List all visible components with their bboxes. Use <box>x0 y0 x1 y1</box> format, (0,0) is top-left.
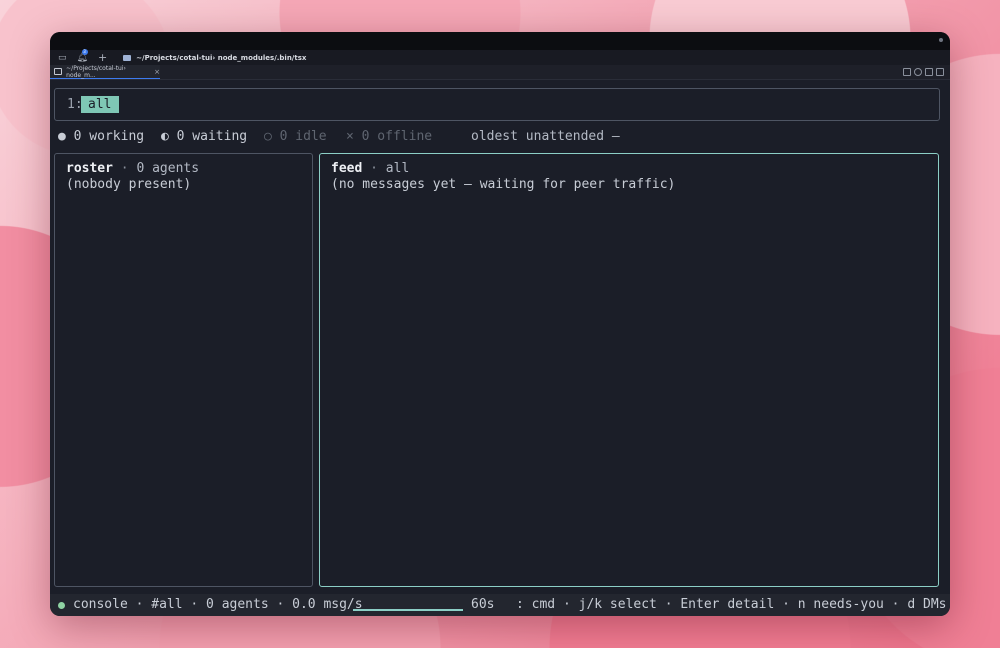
feed-empty-message: (no messages yet — waiting for peer traf… <box>331 177 676 192</box>
status-offline: × 0 offline <box>346 129 433 144</box>
feed-title: feed · all <box>331 161 409 176</box>
path-bar: ▭ 🔔︎ 3 + ~/Projects/cotal-tui› node_modu… <box>50 48 950 65</box>
plus-icon[interactable]: + <box>98 51 107 64</box>
status-working: ● 0 working <box>58 129 145 144</box>
tab-all[interactable]: all <box>81 96 120 113</box>
channel-tabline: 1: all <box>54 88 940 121</box>
bottom-status-bar: console · #all · 0 agents · 0.0 msg/s 60… <box>50 594 950 616</box>
path-title: ~/Projects/cotal-tui› node_modules/.bin/… <box>136 53 307 62</box>
window-menu-icon[interactable] <box>939 38 943 42</box>
status-idle: ○ 0 idle <box>264 129 327 144</box>
tab-bar: ~/Projects/cotal-tui› node_m... × <box>50 65 950 80</box>
roster-panel[interactable]: roster · 0 agents (nobody present) <box>54 153 313 587</box>
title-bar <box>50 32 950 50</box>
tab-tools <box>903 68 944 76</box>
connection-dot-icon <box>58 602 65 609</box>
terminal-icon <box>54 68 63 75</box>
grid-icon[interactable] <box>936 68 944 76</box>
layout-icon[interactable] <box>903 68 911 76</box>
roster-empty-message: (nobody present) <box>66 177 192 192</box>
roster-agent-count: 0 agents <box>136 161 200 176</box>
rate-meter <box>353 609 463 611</box>
roster-separator: · <box>120 161 129 176</box>
sidebar-toggle-icon[interactable]: ▭ <box>58 53 67 63</box>
feed-channel: all <box>385 161 410 176</box>
feed-separator: · <box>370 161 378 176</box>
terminal-tab[interactable]: ~/Projects/cotal-tui› node_m... × <box>50 65 160 79</box>
status-line: ● 0 working ◐ 0 waiting ○ 0 idle × 0 off… <box>54 128 938 146</box>
bell-icon[interactable]: 🔔︎ 3 <box>77 48 88 63</box>
globe-icon[interactable] <box>914 68 922 76</box>
split-icon[interactable] <box>925 68 933 76</box>
notification-badge: 3 <box>81 48 88 55</box>
bottom-summary: console · #all · 0 agents · 0.0 msg/s <box>73 597 363 612</box>
close-icon[interactable]: × <box>154 68 160 76</box>
roster-heading: roster <box>66 161 113 176</box>
status-waiting: ◐ 0 waiting <box>161 129 248 144</box>
status-oldest-unattended: oldest unattended — <box>471 129 620 144</box>
tab-label: ~/Projects/cotal-tui› node_m... <box>66 64 126 79</box>
meter-window: 60s <box>471 597 495 612</box>
folder-icon <box>123 54 132 61</box>
roster-title: roster · 0 agents <box>66 161 199 176</box>
terminal-window: ▭ 🔔︎ 3 + ~/Projects/cotal-tui› node_modu… <box>50 32 950 616</box>
key-hints: : cmd · j/k select · Enter detail · n ne… <box>516 597 946 612</box>
feed-heading: feed <box>331 161 363 176</box>
feed-panel[interactable]: feed · all (no messages yet — waiting fo… <box>319 153 939 587</box>
